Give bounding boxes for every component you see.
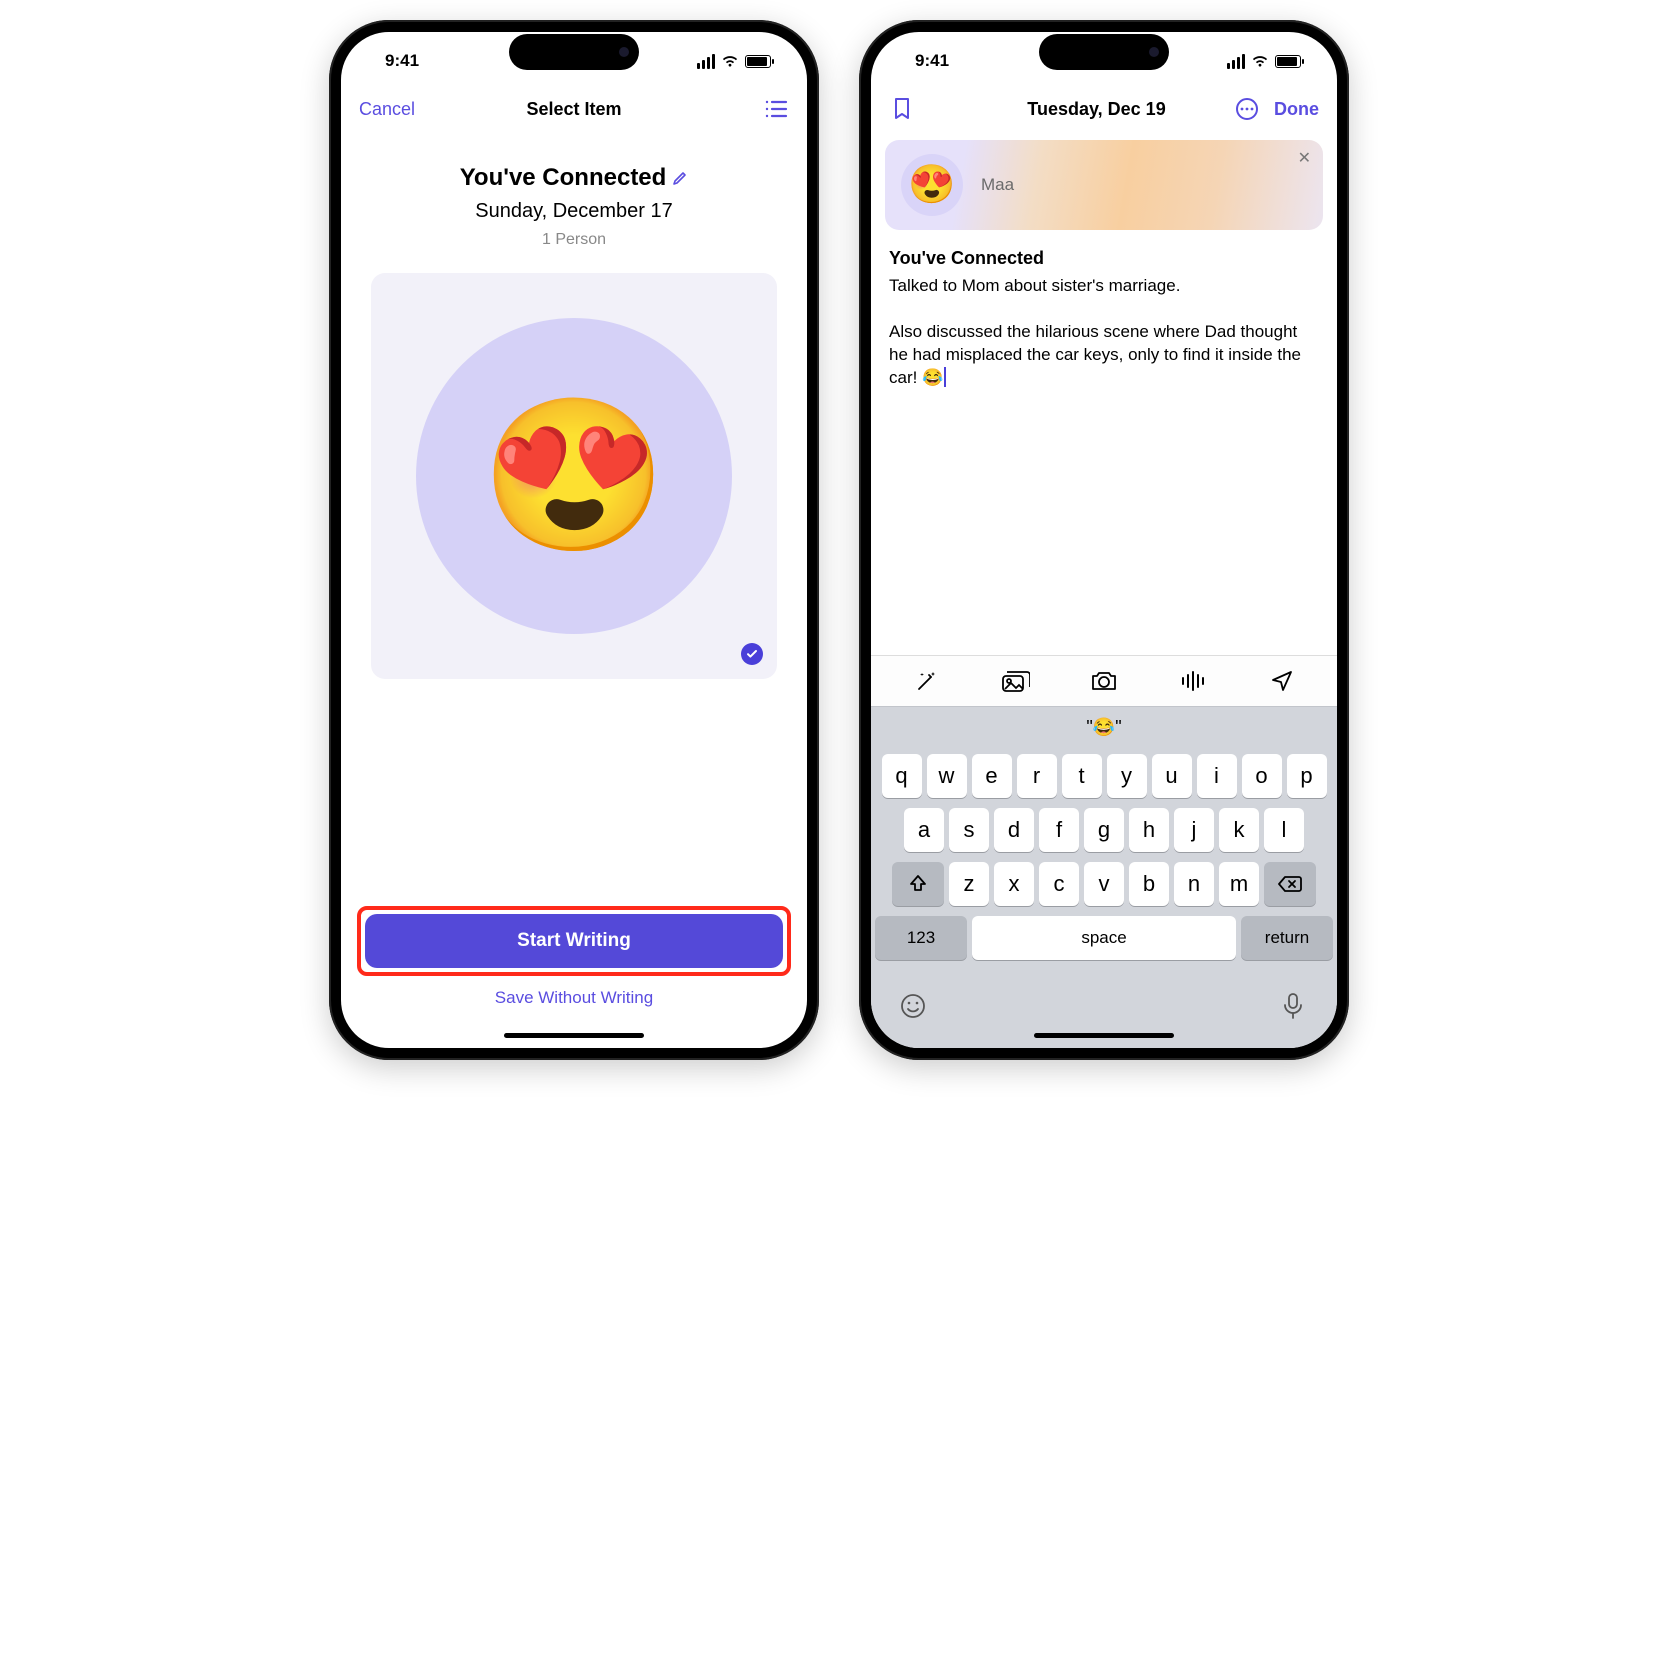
key-l[interactable]: l [1264,808,1304,852]
key-q[interactable]: q [882,754,922,798]
done-button[interactable]: Done [1274,99,1319,120]
keyboard-bottom [871,978,1337,1048]
status-icons [1227,54,1301,69]
navbar: Tuesday, Dec 19 Done [871,90,1337,134]
input-toolbar [871,655,1337,706]
key-g[interactable]: g [1084,808,1124,852]
avatar-emoji: 😍 [481,388,668,564]
home-indicator[interactable] [1034,1033,1174,1038]
key-i[interactable]: i [1197,754,1237,798]
key-u[interactable]: u [1152,754,1192,798]
key-d[interactable]: d [994,808,1034,852]
entry[interactable]: You've Connected Talked to Mom about sis… [871,230,1337,390]
phone-right: 9:41 Tuesday, Dec 19 Done [859,20,1349,1060]
key-n[interactable]: n [1174,862,1214,906]
hero-title: You've Connected [460,164,667,192]
dynamic-island [509,34,639,70]
hero: You've Connected Sunday, December 17 1 P… [341,134,807,259]
keyboard-row-1: q w e r t y u i o p [875,754,1333,798]
contact-emoji: 😍 [908,163,955,207]
entry-body[interactable]: Talked to Mom about sister's marriage. A… [889,275,1319,390]
selected-check-icon [741,643,763,665]
key-h[interactable]: h [1129,808,1169,852]
cellular-icon [1227,54,1245,69]
key-j[interactable]: j [1174,808,1214,852]
photos-icon[interactable] [1000,668,1030,694]
key-f[interactable]: f [1039,808,1079,852]
bottom-actions: Start Writing Save Without Writing [341,906,807,1048]
key-e[interactable]: e [972,754,1012,798]
contact-avatar: 😍 [901,154,963,216]
backspace-key[interactable] [1264,862,1316,906]
keyboard: q w e r t y u i o p a s d f g h [871,748,1337,978]
navbar: Cancel Select Item [341,90,807,134]
bookmark-icon[interactable] [889,96,915,122]
keyboard-row-2: a s d f g h j k l [875,808,1333,852]
phone-left: 9:41 Cancel Select Item You've Connected [329,20,819,1060]
highlight-box: Start Writing [357,906,791,976]
key-m[interactable]: m [1219,862,1259,906]
keyboard-suggestion[interactable]: "😂" [871,706,1337,748]
camera-icon[interactable] [1089,668,1119,694]
more-icon[interactable] [1234,96,1260,122]
return-key[interactable]: return [1241,916,1333,960]
nav-title: Select Item [526,99,621,120]
avatar-circle: 😍 [416,318,733,635]
nav-title: Tuesday, Dec 19 [1027,99,1165,120]
space-key[interactable]: space [972,916,1236,960]
key-a[interactable]: a [904,808,944,852]
text-cursor [944,367,946,387]
keyboard-area: "😂" q w e r t y u i o p a s d [871,655,1337,1048]
key-v[interactable]: v [1084,862,1124,906]
battery-icon [745,55,771,68]
screen-left: 9:41 Cancel Select Item You've Connected [341,32,807,1048]
status-icons [697,54,771,69]
cancel-button[interactable]: Cancel [359,99,415,120]
hero-subtitle: 1 Person [361,231,787,249]
home-indicator[interactable] [504,1033,644,1038]
key-y[interactable]: y [1107,754,1147,798]
edit-icon[interactable] [672,170,688,186]
keyboard-row-4: 123 space return [875,916,1333,960]
cellular-icon [697,54,715,69]
magic-wand-icon[interactable] [911,668,941,694]
battery-icon [1275,55,1301,68]
key-z[interactable]: z [949,862,989,906]
audio-wave-icon[interactable] [1178,668,1208,694]
key-b[interactable]: b [1129,862,1169,906]
save-without-writing-button[interactable]: Save Without Writing [495,988,653,1007]
key-s[interactable]: s [949,808,989,852]
key-o[interactable]: o [1242,754,1282,798]
list-icon[interactable] [763,96,789,122]
entry-title: You've Connected [889,248,1319,269]
screen-right: 9:41 Tuesday, Dec 19 Done [871,32,1337,1048]
dynamic-island [1039,34,1169,70]
key-t[interactable]: t [1062,754,1102,798]
status-time: 9:41 [915,51,949,71]
status-time: 9:41 [385,51,419,71]
shift-key[interactable] [892,862,944,906]
emoji-icon[interactable] [899,992,927,1020]
hero-date: Sunday, December 17 [361,200,787,223]
key-r[interactable]: r [1017,754,1057,798]
dictation-icon[interactable] [1281,992,1309,1020]
numbers-key[interactable]: 123 [875,916,967,960]
wifi-icon [1251,54,1269,68]
close-icon[interactable]: ✕ [1298,148,1311,168]
key-k[interactable]: k [1219,808,1259,852]
key-p[interactable]: p [1287,754,1327,798]
key-w[interactable]: w [927,754,967,798]
wifi-icon [721,54,739,68]
key-c[interactable]: c [1039,862,1079,906]
location-icon[interactable] [1267,668,1297,694]
person-card[interactable]: 😍 [371,273,777,679]
key-x[interactable]: x [994,862,1034,906]
contact-card[interactable]: 😍 Maa ✕ [885,140,1323,230]
start-writing-button[interactable]: Start Writing [365,914,783,968]
contact-name: Maa [981,175,1014,195]
keyboard-row-3: z x c v b n m [875,862,1333,906]
